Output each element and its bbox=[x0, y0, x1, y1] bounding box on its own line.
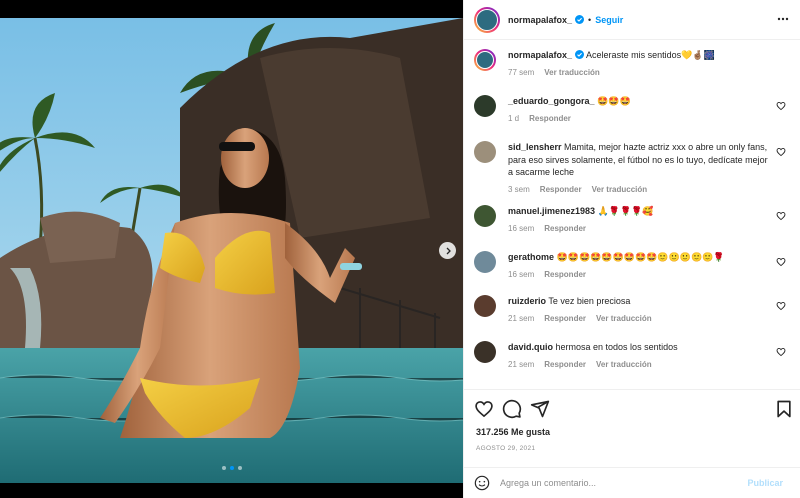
author-avatar[interactable] bbox=[474, 49, 496, 71]
comment-time[interactable]: 21 sem bbox=[508, 314, 534, 323]
comments-list: normapalafox_ Aceleraste mis sentidos💛🤞🏽… bbox=[464, 41, 800, 389]
post-date: AGOSTO 29, 2021 bbox=[476, 445, 536, 452]
carousel-next-button[interactable] bbox=[439, 242, 456, 259]
publish-button[interactable]: Publicar bbox=[747, 478, 783, 488]
comment-content: manuel.jimenez1983 🙏🌹🌹🌹🥰 bbox=[508, 205, 770, 218]
reply-button[interactable]: Responder bbox=[544, 224, 586, 233]
translate-button[interactable]: Ver traducción bbox=[544, 68, 600, 77]
heart-icon[interactable] bbox=[474, 399, 494, 419]
post-photo bbox=[0, 18, 463, 483]
comment-composer: Publicar bbox=[464, 467, 800, 498]
comment-content: gerathome 🤩🤩🤩🤩🤩🤩🤩🤩🤩🙂🙂🙂🙂🙂🌹 bbox=[508, 251, 770, 264]
reply-button[interactable]: Responder bbox=[529, 114, 571, 123]
comment-meta: 3 sem Responder Ver traducción bbox=[508, 184, 770, 197]
comment-time[interactable]: 3 sem bbox=[508, 185, 530, 194]
carousel-dot bbox=[237, 466, 242, 470]
comment-content: normapalafox_ Aceleraste mis sentidos💛🤞🏽… bbox=[508, 49, 770, 62]
comment-username[interactable]: normapalafox_ bbox=[508, 50, 572, 60]
comment-meta: 16 sem Responder bbox=[508, 223, 770, 236]
comment-time[interactable]: 21 sem bbox=[508, 360, 534, 369]
translate-button[interactable]: Ver traducción bbox=[596, 314, 652, 323]
likes-count[interactable]: 317.256 Me gusta bbox=[476, 427, 550, 437]
comment-username[interactable]: manuel.jimenez1983 bbox=[508, 206, 595, 216]
commenter-avatar[interactable] bbox=[474, 295, 496, 317]
share-icon[interactable] bbox=[530, 399, 550, 419]
comment-time[interactable]: 16 sem bbox=[508, 224, 534, 233]
verified-icon bbox=[575, 15, 585, 24]
author-username[interactable]: normapalafox_ bbox=[508, 15, 572, 25]
commenter-avatar[interactable] bbox=[474, 251, 496, 273]
carousel-dot bbox=[221, 466, 226, 470]
post-media bbox=[0, 0, 463, 498]
comment-content: ruizderio Te vez bien preciosa bbox=[508, 295, 770, 308]
commenter-avatar[interactable] bbox=[474, 205, 496, 227]
comment-content: david.quio hermosa en todos los sentidos bbox=[508, 341, 770, 354]
translate-button[interactable]: Ver traducción bbox=[596, 360, 652, 369]
comment-text: 🤩🤩🤩 bbox=[597, 96, 631, 106]
comment-text: Te vez bien preciosa bbox=[548, 296, 631, 306]
bookmark-icon[interactable] bbox=[774, 399, 794, 419]
comment-username[interactable]: sid_lensherr bbox=[508, 142, 562, 152]
comment-time[interactable]: 1 d bbox=[508, 114, 519, 123]
verified-icon bbox=[575, 50, 585, 59]
author-avatar[interactable] bbox=[474, 6, 500, 33]
comment-like-icon[interactable] bbox=[776, 347, 786, 357]
comment-text: 🤩🤩🤩🤩🤩🤩🤩🤩🤩🙂🙂🙂🙂🙂🌹 bbox=[556, 252, 725, 262]
comment-input[interactable] bbox=[500, 478, 748, 488]
comment-meta: 21 sem Responder Ver traducción bbox=[508, 313, 770, 326]
comment-icon[interactable] bbox=[502, 399, 522, 419]
comment-content: _eduardo_gongora_ 🤩🤩🤩 bbox=[508, 95, 770, 108]
reply-button[interactable]: Responder bbox=[544, 314, 586, 323]
comment-text: hermosa en todos los sentidos bbox=[555, 342, 678, 352]
comment-text: 🙏🌹🌹🌹🥰 bbox=[597, 206, 654, 216]
follow-button[interactable]: Seguir bbox=[595, 15, 623, 25]
comment-like-icon[interactable] bbox=[776, 101, 786, 111]
comment-time[interactable]: 16 sem bbox=[508, 270, 534, 279]
header-separator: • bbox=[588, 14, 592, 25]
reply-button[interactable]: Responder bbox=[544, 270, 586, 279]
translate-button[interactable]: Ver traducción bbox=[592, 185, 648, 194]
reply-button[interactable]: Responder bbox=[540, 185, 582, 194]
post-actions: 317.256 Me gusta AGOSTO 29, 2021 bbox=[464, 389, 800, 473]
commenter-avatar[interactable] bbox=[474, 341, 496, 363]
comment-username[interactable]: gerathome bbox=[508, 252, 554, 262]
comment-meta: 1 d Responder bbox=[508, 113, 770, 126]
commenter-avatar[interactable] bbox=[474, 95, 496, 117]
comment-username[interactable]: ruizderio bbox=[508, 296, 546, 306]
comment-time[interactable]: 77 sem bbox=[508, 68, 534, 77]
comment-meta: 77 sem Ver traducción bbox=[508, 67, 770, 80]
comment-like-icon[interactable] bbox=[776, 211, 786, 221]
chevron-right-icon bbox=[446, 247, 451, 254]
comment-like-icon[interactable] bbox=[776, 147, 786, 157]
comment-like-icon[interactable] bbox=[776, 257, 786, 267]
comment-content: sid_lensherr Mamita, mejor hazte actriz … bbox=[508, 141, 770, 179]
emoji-icon[interactable] bbox=[474, 475, 490, 491]
carousel-indicator bbox=[0, 466, 463, 470]
comment-username[interactable]: david.quio bbox=[508, 342, 553, 352]
comment-username[interactable]: _eduardo_gongora_ bbox=[508, 96, 595, 106]
carousel-dot bbox=[229, 466, 234, 470]
caption-text: Aceleraste mis sentidos💛🤞🏽🎆 bbox=[586, 50, 715, 60]
post-dialog: normapalafox_ • Seguir normapalafox_ Ace… bbox=[0, 0, 800, 498]
more-options-icon[interactable] bbox=[777, 13, 789, 25]
comment-like-icon[interactable] bbox=[776, 301, 786, 311]
post-header: normapalafox_ • Seguir bbox=[464, 0, 800, 40]
comment-meta: 21 sem Responder Ver traducción bbox=[508, 359, 770, 372]
post-sidebar: normapalafox_ • Seguir normapalafox_ Ace… bbox=[463, 0, 800, 498]
reply-button[interactable]: Responder bbox=[544, 360, 586, 369]
commenter-avatar[interactable] bbox=[474, 141, 496, 163]
comment-meta: 16 sem Responder bbox=[508, 269, 770, 282]
